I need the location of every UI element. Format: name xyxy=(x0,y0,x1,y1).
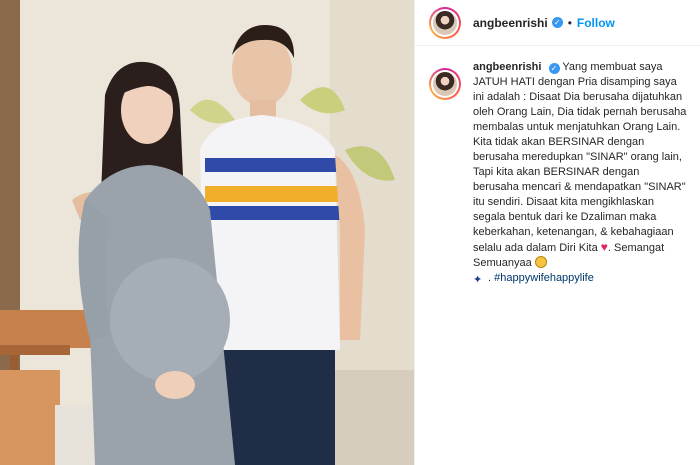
couple-photo-illustration xyxy=(0,0,414,465)
caption-avatar[interactable] xyxy=(429,68,461,100)
verified-badge-icon: ✓ xyxy=(551,17,563,28)
verified-badge-icon: ✓ xyxy=(548,63,560,74)
caption-text: angbeenrishi ✓ Yang membuat saya JATUH H… xyxy=(473,61,687,286)
follow-button[interactable]: Follow xyxy=(577,16,615,30)
sparkles-icon: ✦ xyxy=(473,274,483,286)
post-caption-block: angbeenrishi ✓ Yang membuat saya JATUH H… xyxy=(415,60,700,286)
header-username[interactable]: angbeenrishi xyxy=(473,16,548,30)
post-photo xyxy=(0,0,414,465)
smiling-face-icon xyxy=(534,256,547,268)
caption-body: Yang membuat saya JATUH HATI dengan Pria… xyxy=(473,61,687,254)
header-avatar[interactable] xyxy=(429,6,461,39)
header-separator: • xyxy=(567,15,572,30)
red-heart-icon: ♥ xyxy=(600,240,608,254)
caption-username[interactable]: angbeenrishi xyxy=(473,61,541,73)
profile-picture xyxy=(433,10,457,35)
profile-picture xyxy=(433,72,457,96)
post-header: angbeenrishi ✓ • Follow xyxy=(415,0,700,46)
post-details-panel: angbeenrishi ✓ • Follow angbeenrishi ✓ Y… xyxy=(414,0,700,465)
hashtag-link[interactable]: #happywifehappylife xyxy=(494,272,594,284)
